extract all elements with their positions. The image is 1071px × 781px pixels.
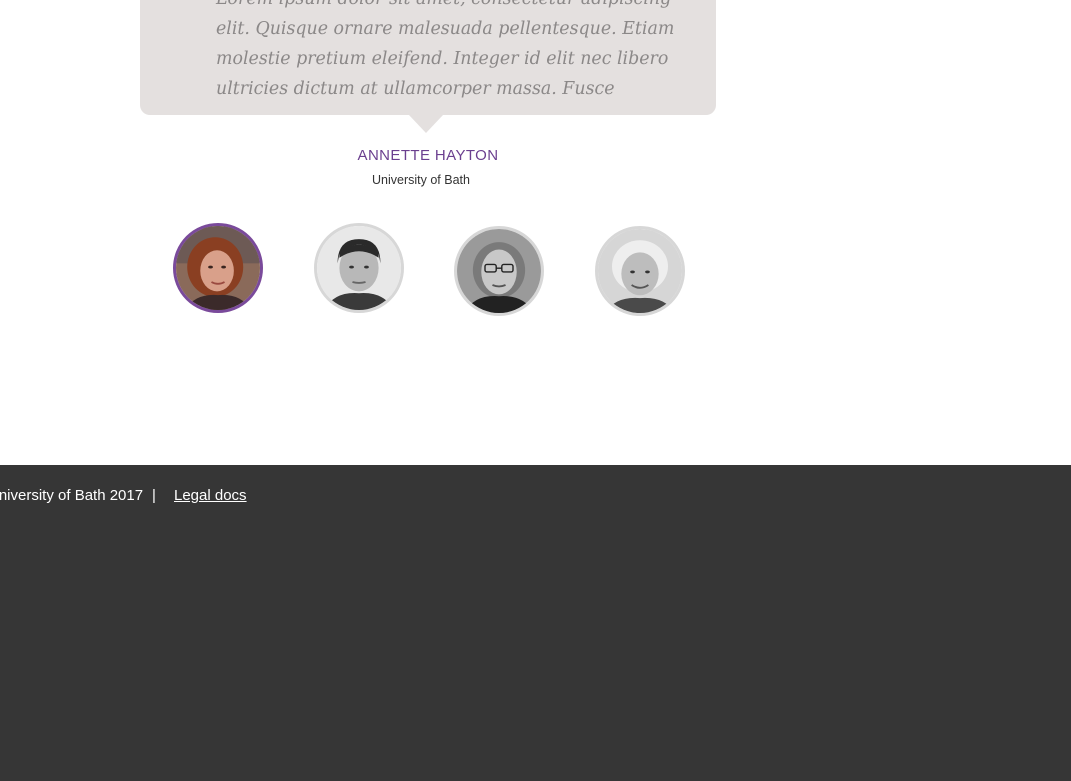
page: “ Lorem ipsum dolor sit amet, consectetu… bbox=[0, 0, 1071, 781]
person-photo-icon bbox=[598, 229, 682, 313]
person-photo-icon bbox=[457, 229, 541, 313]
quote-pointer bbox=[409, 115, 443, 133]
testimonial-quote-text: Lorem ipsum dolor sit amet, consectetur … bbox=[216, 0, 675, 99]
testimonial-person-organisation: University of Bath bbox=[372, 173, 470, 187]
testimonial-person-name: ANNETTE HAYTON bbox=[357, 147, 499, 164]
person-photo-icon bbox=[317, 226, 401, 310]
legal-docs-link[interactable]: Legal docs bbox=[174, 487, 247, 504]
footer-separator: | bbox=[152, 487, 156, 504]
testimonial-avatar-1[interactable] bbox=[173, 223, 263, 313]
testimonial-avatar-4[interactable] bbox=[595, 226, 685, 316]
site-footer bbox=[0, 465, 1071, 781]
testimonial-avatar-2[interactable] bbox=[314, 223, 404, 313]
person-photo-icon bbox=[176, 226, 260, 310]
testimonial-avatar-3[interactable] bbox=[454, 226, 544, 316]
footer-copyright: University of Bath 2017 bbox=[0, 487, 144, 504]
quote-mark-icon: “ bbox=[162, 0, 201, 22]
